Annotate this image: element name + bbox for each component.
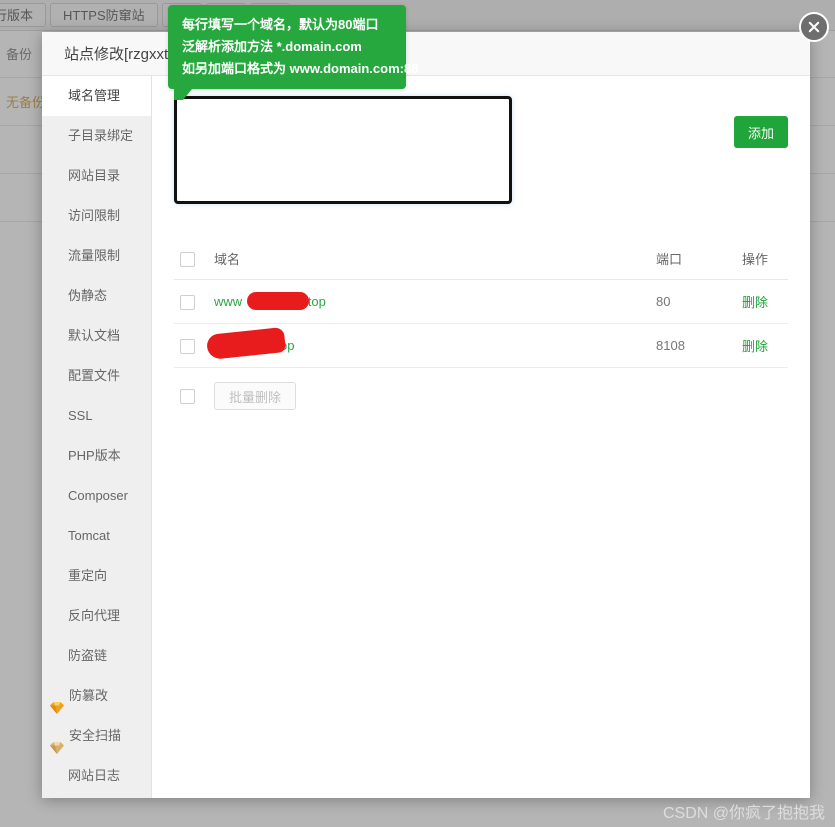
domain-input-row: 添加 xyxy=(174,96,788,204)
table-header-row: 域名 端口 操作 xyxy=(174,238,788,280)
row-select-cell xyxy=(174,279,214,324)
sidebar-item-label: 安全扫描 xyxy=(69,728,122,743)
row-operation-cell: 删除 xyxy=(742,323,788,368)
tooltip-arrow xyxy=(174,89,192,100)
sidebar-item-label: 配置文件 xyxy=(68,368,121,383)
sidebar-item-site-directory[interactable]: 网站目录 xyxy=(42,156,151,196)
sidebar-item-access-limit[interactable]: 访问限制 xyxy=(42,196,151,236)
batch-action-row: 批量删除 xyxy=(174,382,788,410)
close-icon[interactable] xyxy=(799,12,829,42)
sidebar-item-label: 防篡改 xyxy=(69,688,109,703)
sidebar-item-pseudo-static[interactable]: 伪静态 xyxy=(42,276,151,316)
batch-select-checkbox[interactable] xyxy=(180,388,195,404)
sidebar-item-anti-tamper[interactable]: 防篡改 xyxy=(42,676,151,716)
sidebar-item-security-scan[interactable]: 安全扫描 xyxy=(42,716,151,756)
sidebar-item-anti-leech[interactable]: 防盗链 xyxy=(42,636,151,676)
dialog-body: 域名管理 子目录绑定 网站目录 访问限制 流量限制 伪静态 默认文档 配置文件 xyxy=(42,76,810,798)
column-header-port: 端口 xyxy=(656,238,742,280)
watermark: CSDN @你疯了抱抱我 xyxy=(662,805,825,822)
domain-link[interactable]: www .top xyxy=(214,292,326,310)
diamond-icon xyxy=(50,690,64,714)
sidebar-item-domain-manage[interactable]: 域名管理 xyxy=(42,76,151,116)
dialog-header: 站点修改[rzgxxt. 0] xyxy=(42,32,810,76)
domain-input-tooltip: 每行填写一个域名，默认为80端口 泛解析添加方法 *.domain.com 如另… xyxy=(168,5,419,100)
sidebar-item-label: Composer xyxy=(68,488,128,503)
redaction-mark xyxy=(247,292,309,310)
sidebar-item-redirect[interactable]: 重定向 xyxy=(42,556,151,596)
row-checkbox[interactable] xyxy=(180,338,195,354)
sidebar-item-config-file[interactable]: 配置文件 xyxy=(42,356,151,396)
sidebar-item-label: 默认文档 xyxy=(68,328,121,343)
delete-link[interactable]: 删除 xyxy=(742,295,768,310)
table-row: www .top 80 删除 xyxy=(174,279,788,324)
sidebar-item-label: 网站日志 xyxy=(68,768,121,783)
sidebar-item-default-document[interactable]: 默认文档 xyxy=(42,316,151,356)
select-all-header xyxy=(174,238,214,280)
sidebar-item-label: SSL xyxy=(68,408,93,423)
select-all-checkbox[interactable] xyxy=(180,251,195,267)
dialog-sidebar: 域名管理 子目录绑定 网站目录 访问限制 流量限制 伪静态 默认文档 配置文件 xyxy=(42,76,152,798)
column-header-domain: 域名 xyxy=(214,238,656,280)
sidebar-item-label: Tomcat xyxy=(68,528,110,543)
sidebar-item-label: 伪静态 xyxy=(68,288,108,303)
domain-table: 域名 端口 操作 www .top 80 删除 op 8108 删除 xyxy=(174,238,788,368)
row-domain-cell: op xyxy=(205,323,656,368)
redaction-mark xyxy=(205,326,287,361)
domain-link[interactable]: op xyxy=(205,326,294,361)
sidebar-item-label: 访问限制 xyxy=(68,208,121,223)
tooltip-line-2: 泛解析添加方法 *.domain.com xyxy=(182,39,362,54)
dialog-main-panel: 添加 域名 端口 操作 www .top 80 删除 op 8108 删除 批量… xyxy=(152,76,810,798)
sidebar-item-label: 域名管理 xyxy=(68,88,121,103)
row-operation-cell: 删除 xyxy=(742,279,788,324)
table-row: op 8108 删除 xyxy=(174,323,788,368)
sidebar-item-reverse-proxy[interactable]: 反向代理 xyxy=(42,596,151,636)
row-checkbox[interactable] xyxy=(180,294,195,310)
row-port-cell: 80 xyxy=(656,279,742,324)
sidebar-item-php-version[interactable]: PHP版本 xyxy=(42,436,151,476)
sidebar-item-label: 防盗链 xyxy=(68,648,108,663)
sidebar-item-label: 重定向 xyxy=(68,568,108,583)
sidebar-item-label: 流量限制 xyxy=(68,248,121,263)
delete-link[interactable]: 删除 xyxy=(742,339,768,354)
site-edit-dialog: 站点修改[rzgxxt. 0] 域名管理 子目录绑定 网站目录 访问限制 流量限… xyxy=(42,32,810,798)
batch-delete-button[interactable]: 批量删除 xyxy=(214,382,297,410)
sidebar-item-site-log[interactable]: 网站日志 xyxy=(42,756,151,796)
sidebar-item-traffic-limit[interactable]: 流量限制 xyxy=(42,236,151,276)
sidebar-item-label: 子目录绑定 xyxy=(68,128,134,143)
sidebar-item-composer[interactable]: Composer xyxy=(42,476,151,516)
domain-input-textarea[interactable] xyxy=(174,96,512,204)
sidebar-item-label: 反向代理 xyxy=(68,608,121,623)
tooltip-line-3: 如另加端口格式为 www.domain.com:88 xyxy=(182,61,419,76)
add-button[interactable]: 添加 xyxy=(733,116,788,148)
sidebar-item-label: 网站目录 xyxy=(68,168,121,183)
sidebar-item-label: PHP版本 xyxy=(68,448,121,463)
sidebar-item-tomcat[interactable]: Tomcat xyxy=(42,516,151,556)
diamond-icon xyxy=(50,730,64,754)
row-port-cell: 8108 xyxy=(656,323,742,368)
sidebar-item-ssl[interactable]: SSL xyxy=(42,396,151,436)
tooltip-line-1: 每行填写一个域名，默认为80端口 xyxy=(182,17,379,32)
column-header-operation: 操作 xyxy=(742,238,788,280)
domain-prefix: www xyxy=(214,294,243,309)
sidebar-item-subdirectory-bind[interactable]: 子目录绑定 xyxy=(42,116,151,156)
row-domain-cell: www .top xyxy=(214,279,656,324)
